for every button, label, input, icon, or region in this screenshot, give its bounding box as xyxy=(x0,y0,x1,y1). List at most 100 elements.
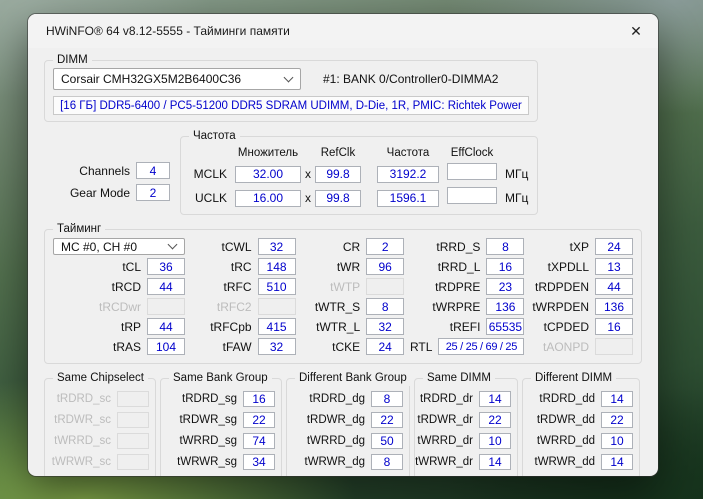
field-label: tWTR_L xyxy=(316,319,361,334)
field-label: tRRD_L xyxy=(437,259,481,274)
memory-controller-select[interactable]: MC #0, CH #0 xyxy=(53,238,185,255)
field-value: 16 xyxy=(595,318,634,335)
timing-field-twtp: tWTP xyxy=(296,278,405,295)
field-value: 16 xyxy=(243,391,275,407)
group-different-dimm-label: Different DIMM xyxy=(531,371,617,386)
window-title: HWiNFO® 64 v8.12-5555 - Тайминги памяти xyxy=(46,24,290,38)
field-label: tWRPRE xyxy=(432,299,481,314)
field-label: tRDRD_dd xyxy=(539,393,595,405)
dimm-select[interactable]: Corsair CMH32GX5M2B6400C36 xyxy=(53,68,301,90)
field-label: tFAW xyxy=(222,339,252,354)
field-value: 14 xyxy=(601,454,633,470)
field-value: 44 xyxy=(595,278,634,295)
field-value: 74 xyxy=(243,433,275,449)
timing-field-trdpden: tRDPDEN 44 xyxy=(524,278,634,295)
dimm-group: DIMM Corsair CMH32GX5M2B6400C36 #1: BANK… xyxy=(44,53,538,122)
group-different-bank-group-label: Different Bank Group xyxy=(295,371,411,386)
field-label: tRDWR_sg xyxy=(179,414,237,426)
field-label: tWRWR_dd xyxy=(534,456,596,468)
field-value: 104 xyxy=(147,338,185,355)
timing-field-txpdll: tXPDLL 13 xyxy=(524,258,634,275)
mclk-frequency-value: 3192.2 xyxy=(377,165,439,183)
field-value: 44 xyxy=(147,278,185,295)
frequency-section: Channels 4 Gear Mode 2 Частота Множитель xyxy=(44,129,642,215)
field-label: tWRRD_dd xyxy=(536,435,595,447)
field-label: CR xyxy=(342,239,361,254)
field-value: 44 xyxy=(147,318,185,335)
field-twrrd-sg: tWRRD_sg 74 xyxy=(167,433,275,449)
field-value: 10 xyxy=(479,433,511,449)
field-twrwr-dg: tWRWR_dg 8 xyxy=(293,454,403,470)
field-label: tRFC xyxy=(223,279,252,294)
field-value: 14 xyxy=(479,454,511,470)
column-header-frequency: Частота xyxy=(386,146,430,159)
field-label: tAONPD xyxy=(543,339,590,354)
dimm-slot-label: #1: BANK 0/Controller0-DIMMA2 xyxy=(323,72,499,86)
field-label: tWRPDEN xyxy=(532,299,590,314)
timing-field-tcke: tCKE 24 xyxy=(296,338,405,355)
field-value xyxy=(147,298,185,315)
timing-column-4: tRRD_S 8 tRRD_L 16 tRDPRE 23 tWRPRE 136 … xyxy=(404,238,525,355)
field-value: 148 xyxy=(257,258,296,275)
timing-field-rtl: RTL 25 / 25 / 69 / 25 xyxy=(404,338,525,355)
channel-fields: Channels 4 Gear Mode 2 xyxy=(44,136,180,215)
field-label: tRAS xyxy=(112,339,141,354)
window-titlebar[interactable]: HWiNFO® 64 v8.12-5555 - Тайминги памяти … xyxy=(28,14,658,48)
desktop-background: HWiNFO® 64 v8.12-5555 - Тайминги памяти … xyxy=(0,0,703,499)
group-different-bank-group: Different Bank Group tRDRD_dg 8 tRDWR_dg… xyxy=(286,371,411,476)
uclk-frequency-value: 1596.1 xyxy=(377,189,439,207)
column-header-multiplier: Множитель xyxy=(237,146,299,159)
timing-column-5: tXP 24 tXPDLL 13 tRDPDEN 44 tWRPDEN 136 … xyxy=(524,238,634,355)
field-trdwr-dd: tRDWR_dd 22 xyxy=(529,412,633,428)
field-label: tRFC2 xyxy=(216,299,252,314)
timing-field-trefi: tREFI 65535 xyxy=(404,318,525,335)
frequency-header-row: Множитель RefClk Частота EffClock xyxy=(191,145,527,160)
chevron-down-icon xyxy=(283,72,294,82)
field-trdwr-dg: tRDWR_dg 22 xyxy=(293,412,403,428)
multiply-sign: x xyxy=(305,191,311,205)
dimm-info-box: [16 ГБ] DDR5-6400 / PC5-51200 DDR5 SDRAM… xyxy=(53,96,529,115)
field-value: 23 xyxy=(486,278,525,295)
field-value: 14 xyxy=(601,391,633,407)
window-content: DIMM Corsair CMH32GX5M2B6400C36 #1: BANK… xyxy=(28,48,658,476)
field-label: tRDRD_dr xyxy=(419,393,473,405)
timing-column-2: tCWL 32 tRC 148 tRFC 510 tRFC2 tRFCpb 41… xyxy=(185,238,296,355)
field-label: tCKE xyxy=(332,339,361,354)
field-label: tWRWR_sc xyxy=(51,456,111,468)
timing-group-label: Тайминг xyxy=(53,222,106,237)
field-label: tCL xyxy=(122,259,141,274)
mclk-unit-label: МГц xyxy=(505,167,529,181)
field-trdwr-sc: tRDWR_sc xyxy=(51,412,149,428)
field-label: tWR xyxy=(336,259,361,274)
timing-field-trrd-l: tRRD_L 16 xyxy=(404,258,525,275)
mclk-refclk-value: 99.8 xyxy=(315,165,361,183)
gear-mode-value: 2 xyxy=(136,184,170,201)
field-twrwr-dr: tWRWR_dr 14 xyxy=(415,454,511,470)
chevron-down-icon xyxy=(167,239,178,250)
field-value: 34 xyxy=(243,454,275,470)
field-value: 8 xyxy=(366,298,405,315)
dimm-selector-row: Corsair CMH32GX5M2B6400C36 #1: BANK 0/Co… xyxy=(53,68,529,90)
field-label: tRDWR_sc xyxy=(54,414,111,426)
field-value: 32 xyxy=(366,318,405,335)
timing-field-tcl: tCL 36 xyxy=(53,258,185,275)
uclk-effclock-value xyxy=(447,187,497,204)
column-header-refclk: RefClk xyxy=(320,146,356,159)
timing-field-tfaw: tFAW 32 xyxy=(185,338,296,355)
field-value: 96 xyxy=(366,258,405,275)
field-label: tRDPDEN xyxy=(535,279,590,294)
field-value: 13 xyxy=(595,258,634,275)
channels-label: Channels xyxy=(79,163,130,178)
field-label: tWRWR_dg xyxy=(304,456,366,468)
timing-column-3: CR 2 tWR 96 tWTP tWTR_S 8 tWTR_L 32 tCKE… xyxy=(296,238,405,355)
close-button[interactable]: ✕ xyxy=(614,14,658,48)
field-value: 36 xyxy=(147,258,185,275)
field-label: tRDWR_dd xyxy=(536,414,595,426)
channels-field: Channels 4 xyxy=(44,162,170,179)
multiply-sign: x xyxy=(305,167,311,181)
field-value xyxy=(117,454,149,470)
field-value: 136 xyxy=(595,298,634,315)
group-same-bank-group: Same Bank Group tRDRD_sg 16 tRDWR_sg 22 … xyxy=(160,371,282,476)
timing-field-taonpd: tAONPD xyxy=(524,338,634,355)
timing-field-twrpre: tWRPRE 136 xyxy=(404,298,525,315)
